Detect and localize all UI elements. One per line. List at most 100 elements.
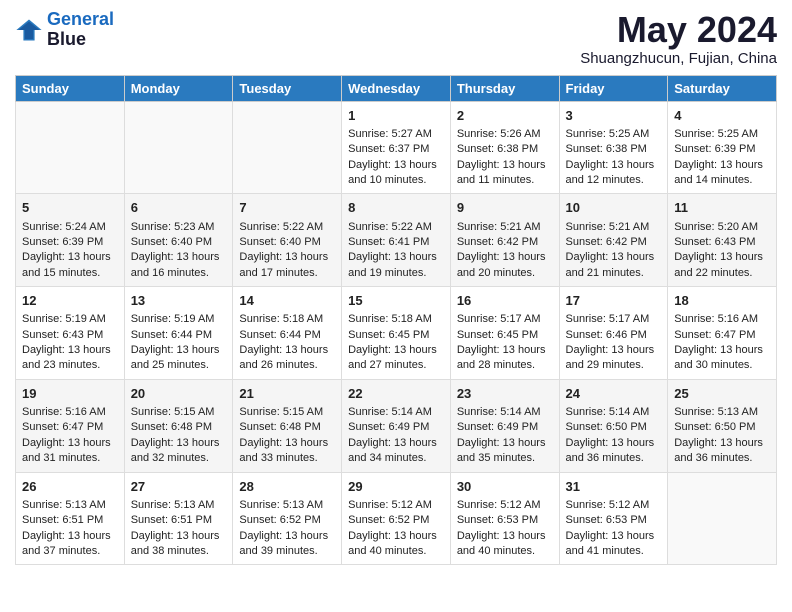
cell-info: Sunrise: 5:20 AM xyxy=(674,220,770,235)
cell-info: Sunrise: 5:17 AM xyxy=(566,312,662,327)
day-number: 22 xyxy=(348,385,444,403)
cell-info: Daylight: 13 hours and 23 minutes. xyxy=(22,343,118,374)
calendar-cell: 3Sunrise: 5:25 AMSunset: 6:38 PMDaylight… xyxy=(559,101,668,194)
cell-info: Sunrise: 5:12 AM xyxy=(566,498,662,513)
week-row-2: 5Sunrise: 5:24 AMSunset: 6:39 PMDaylight… xyxy=(16,194,777,287)
day-number: 3 xyxy=(566,107,662,125)
logo-icon xyxy=(15,16,43,44)
cell-info: Sunset: 6:51 PM xyxy=(131,513,227,528)
cell-info: Sunrise: 5:14 AM xyxy=(457,405,553,420)
day-number: 2 xyxy=(457,107,553,125)
cell-info: Sunset: 6:43 PM xyxy=(22,328,118,343)
day-number: 24 xyxy=(566,385,662,403)
cell-info: Daylight: 13 hours and 35 minutes. xyxy=(457,436,553,467)
logo-line1: General xyxy=(47,9,114,29)
cell-info: Sunset: 6:50 PM xyxy=(566,420,662,435)
calendar-cell: 4Sunrise: 5:25 AMSunset: 6:39 PMDaylight… xyxy=(668,101,777,194)
cell-info: Sunset: 6:42 PM xyxy=(457,235,553,250)
calendar-cell: 2Sunrise: 5:26 AMSunset: 6:38 PMDaylight… xyxy=(450,101,559,194)
cell-info: Sunset: 6:44 PM xyxy=(131,328,227,343)
cell-info: Sunrise: 5:18 AM xyxy=(239,312,335,327)
cell-info: Daylight: 13 hours and 27 minutes. xyxy=(348,343,444,374)
calendar-cell: 9 Sunrise: 5:21 AMSunset: 6:42 PMDaylight… xyxy=(450,194,559,287)
cell-info: Sunset: 6:52 PM xyxy=(239,513,335,528)
cell-info: Daylight: 13 hours and 11 minutes. xyxy=(457,158,553,189)
week-row-3: 12Sunrise: 5:19 AMSunset: 6:43 PMDayligh… xyxy=(16,287,777,380)
calendar-cell: 1Sunrise: 5:27 AMSunset: 6:37 PMDaylight… xyxy=(342,101,451,194)
cell-info: Sunset: 6:50 PM xyxy=(674,420,770,435)
day-number: 15 xyxy=(348,292,444,310)
day-number: 10 xyxy=(566,199,662,217)
day-number: 26 xyxy=(22,478,118,496)
cell-info: Sunrise: 5:21 AM xyxy=(566,220,662,235)
cell-info: Daylight: 13 hours and 21 minutes. xyxy=(566,250,662,281)
calendar-cell: 22Sunrise: 5:14 AMSunset: 6:49 PMDayligh… xyxy=(342,379,451,472)
calendar-cell: 28Sunrise: 5:13 AMSunset: 6:52 PMDayligh… xyxy=(233,472,342,565)
day-number: 4 xyxy=(674,107,770,125)
cell-info: Sunrise: 5:14 AM xyxy=(566,405,662,420)
calendar-table: SundayMondayTuesdayWednesdayThursdayFrid… xyxy=(15,75,777,566)
calendar-cell: 26Sunrise: 5:13 AMSunset: 6:51 PMDayligh… xyxy=(16,472,125,565)
cell-info: Sunrise: 5:13 AM xyxy=(22,498,118,513)
cell-info: Sunrise: 5:23 AM xyxy=(131,220,227,235)
cell-info: Daylight: 13 hours and 12 minutes. xyxy=(566,158,662,189)
cell-info: Sunset: 6:40 PM xyxy=(131,235,227,250)
cell-info: Daylight: 13 hours and 17 minutes. xyxy=(239,250,335,281)
main-title: May 2024 xyxy=(580,10,777,50)
cell-info: Sunrise: 5:12 AM xyxy=(457,498,553,513)
calendar-cell: 23Sunrise: 5:14 AMSunset: 6:49 PMDayligh… xyxy=(450,379,559,472)
cell-info: Sunset: 6:46 PM xyxy=(566,328,662,343)
cell-info: Sunset: 6:47 PM xyxy=(22,420,118,435)
day-number: 27 xyxy=(131,478,227,496)
calendar-cell xyxy=(233,101,342,194)
calendar-cell: 29Sunrise: 5:12 AMSunset: 6:52 PMDayligh… xyxy=(342,472,451,565)
cell-info: Daylight: 13 hours and 29 minutes. xyxy=(566,343,662,374)
calendar-cell: 10Sunrise: 5:21 AMSunset: 6:42 PMDayligh… xyxy=(559,194,668,287)
header-row: SundayMondayTuesdayWednesdayThursdayFrid… xyxy=(16,75,777,101)
cell-info: Daylight: 13 hours and 22 minutes. xyxy=(674,250,770,281)
calendar-cell: 30Sunrise: 5:12 AMSunset: 6:53 PMDayligh… xyxy=(450,472,559,565)
cell-info: Sunrise: 5:17 AM xyxy=(457,312,553,327)
logo: General Blue xyxy=(15,10,114,50)
calendar-body: 1Sunrise: 5:27 AMSunset: 6:37 PMDaylight… xyxy=(16,101,777,565)
cell-info: Daylight: 13 hours and 40 minutes. xyxy=(457,529,553,560)
cell-info: Sunrise: 5:25 AM xyxy=(674,127,770,142)
cell-info: Sunset: 6:53 PM xyxy=(566,513,662,528)
cell-info: Sunset: 6:38 PM xyxy=(457,142,553,157)
day-number: 16 xyxy=(457,292,553,310)
cell-info: Daylight: 13 hours and 20 minutes. xyxy=(457,250,553,281)
cell-info: Daylight: 13 hours and 26 minutes. xyxy=(239,343,335,374)
header-cell-wednesday: Wednesday xyxy=(342,75,451,101)
week-row-5: 26Sunrise: 5:13 AMSunset: 6:51 PMDayligh… xyxy=(16,472,777,565)
cell-info: Sunset: 6:44 PM xyxy=(239,328,335,343)
calendar-cell: 17Sunrise: 5:17 AMSunset: 6:46 PMDayligh… xyxy=(559,287,668,380)
cell-info: Sunset: 6:37 PM xyxy=(348,142,444,157)
day-number: 29 xyxy=(348,478,444,496)
cell-info: Sunrise: 5:21 AM xyxy=(457,220,553,235)
cell-info: Sunset: 6:43 PM xyxy=(674,235,770,250)
day-number: 20 xyxy=(131,385,227,403)
day-number: 9 xyxy=(457,199,553,217)
cell-info: Daylight: 13 hours and 10 minutes. xyxy=(348,158,444,189)
day-number: 7 xyxy=(239,199,335,217)
day-number: 18 xyxy=(674,292,770,310)
cell-info: Sunset: 6:49 PM xyxy=(457,420,553,435)
cell-info: Daylight: 13 hours and 30 minutes. xyxy=(674,343,770,374)
cell-info: Sunrise: 5:18 AM xyxy=(348,312,444,327)
cell-info: Sunrise: 5:27 AM xyxy=(348,127,444,142)
cell-info: Sunrise: 5:13 AM xyxy=(131,498,227,513)
day-number: 31 xyxy=(566,478,662,496)
cell-info: Daylight: 13 hours and 39 minutes. xyxy=(239,529,335,560)
day-number: 12 xyxy=(22,292,118,310)
cell-info: Sunset: 6:40 PM xyxy=(239,235,335,250)
calendar-cell: 18Sunrise: 5:16 AMSunset: 6:47 PMDayligh… xyxy=(668,287,777,380)
cell-info: Daylight: 13 hours and 36 minutes. xyxy=(566,436,662,467)
cell-info: Daylight: 13 hours and 34 minutes. xyxy=(348,436,444,467)
calendar-cell: 14Sunrise: 5:18 AMSunset: 6:44 PMDayligh… xyxy=(233,287,342,380)
header-cell-monday: Monday xyxy=(124,75,233,101)
cell-info: Sunrise: 5:25 AM xyxy=(566,127,662,142)
day-number: 19 xyxy=(22,385,118,403)
day-number: 13 xyxy=(131,292,227,310)
calendar-cell: 12Sunrise: 5:19 AMSunset: 6:43 PMDayligh… xyxy=(16,287,125,380)
calendar-cell xyxy=(668,472,777,565)
